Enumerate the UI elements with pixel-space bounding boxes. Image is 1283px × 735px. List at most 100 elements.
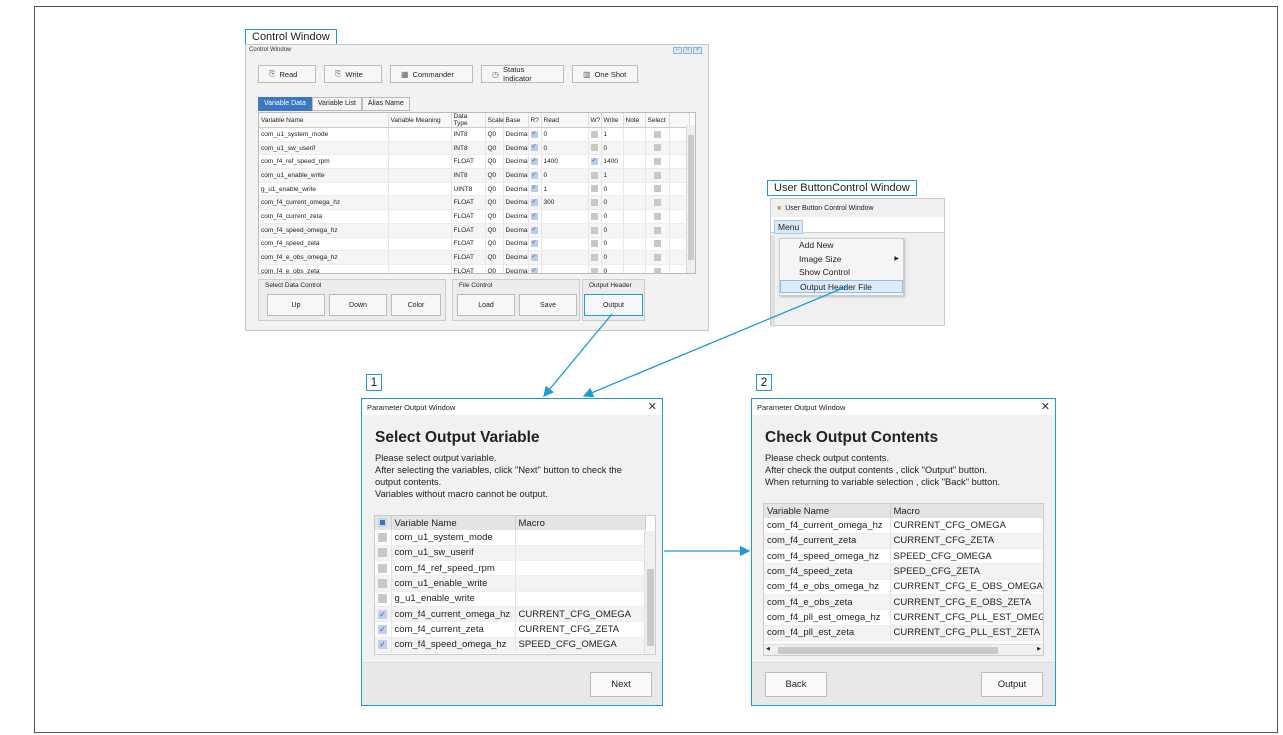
menu-button[interactable]: Menu <box>774 220 804 234</box>
col-base[interactable]: Base <box>503 113 529 128</box>
close-icon[interactable]: ✕ <box>1041 400 1050 413</box>
r-checkbox-cell[interactable]: ✓ <box>528 141 542 156</box>
w-checkbox-cell[interactable] <box>588 141 602 156</box>
check-list-hscrollbar[interactable]: ◀ ▶ <box>764 644 1043 655</box>
w-checkbox-cell[interactable] <box>588 182 602 197</box>
select-checkbox-cell[interactable] <box>645 237 670 252</box>
row-checkbox[interactable] <box>378 563 387 573</box>
scroll-right-icon[interactable]: ▶ <box>1037 646 1041 652</box>
list-item[interactable]: g_u1_enable_write <box>375 591 646 607</box>
menu-item-output-header-file[interactable]: Output Header File <box>780 279 903 293</box>
row-checkbox-cell[interactable]: ✓ <box>375 621 392 638</box>
commander-button[interactable]: ▦ Commander <box>390 65 473 83</box>
row-checkbox-cell[interactable]: ✓ <box>375 637 392 653</box>
row-checkbox[interactable] <box>378 594 387 604</box>
r-checkbox[interactable]: ✓ <box>530 240 538 248</box>
scroll-left-icon[interactable]: ◀ <box>766 646 770 652</box>
w-checkbox-cell[interactable] <box>588 168 602 183</box>
r-checkbox-cell[interactable]: ✓ <box>528 223 542 238</box>
list-item[interactable]: ✓ com_f4_current_omega_hz CURRENT_CFG_OMEG… <box>375 606 646 623</box>
down-button[interactable]: Down <box>329 294 387 316</box>
w-checkbox-cell[interactable] <box>588 223 602 238</box>
menu-item-image-size[interactable]: Image Size ▶ <box>780 253 903 267</box>
w-checkbox-cell[interactable] <box>588 127 602 142</box>
r-checkbox-cell[interactable]: ✓ <box>528 168 542 183</box>
select-all-checkbox[interactable] <box>375 516 392 530</box>
w-checkbox-cell[interactable] <box>588 250 602 265</box>
output-header-button[interactable]: Output <box>584 294 643 316</box>
r-checkbox[interactable]: ✓ <box>530 144 538 152</box>
tab-variable-data[interactable]: Variable Data <box>258 97 312 111</box>
write-cell[interactable]: 0 <box>601 237 624 252</box>
row-checkbox[interactable] <box>378 579 387 589</box>
write-cell[interactable]: 0 <box>601 141 624 156</box>
write-cell[interactable]: 1 <box>601 127 624 142</box>
row-checkbox-cell[interactable] <box>375 591 392 607</box>
color-button[interactable]: Color <box>391 294 441 316</box>
load-button[interactable]: Load <box>457 294 515 316</box>
w-checkbox[interactable]: ✓ <box>590 158 598 166</box>
select-checkbox[interactable] <box>653 158 661 166</box>
r-checkbox[interactable]: ✓ <box>530 171 538 179</box>
list-item[interactable]: ✓ com_f4_speed_omega_hz SPEED_CFG_OMEGA <box>375 637 646 653</box>
write-cell[interactable]: 1400 <box>601 154 624 170</box>
select-checkbox[interactable] <box>653 130 661 138</box>
write-cell[interactable]: 1 <box>601 168 624 183</box>
w-checkbox-cell[interactable]: ✓ <box>588 154 602 170</box>
menu-item-add-new[interactable]: Add New <box>780 239 903 253</box>
row-checkbox-cell[interactable] <box>375 545 392 562</box>
col-w[interactable]: W? <box>588 113 602 128</box>
read-button[interactable]: ⎘ Read <box>258 65 316 83</box>
select-checkbox[interactable] <box>653 185 661 193</box>
row-checkbox[interactable]: ✓ <box>378 624 387 634</box>
r-checkbox[interactable]: ✓ <box>530 212 538 220</box>
r-checkbox[interactable]: ✓ <box>530 158 538 166</box>
w-checkbox-cell[interactable] <box>588 237 602 252</box>
w-checkbox[interactable] <box>590 171 598 179</box>
w-checkbox-cell[interactable] <box>588 195 602 211</box>
close-icon[interactable]: ✕ <box>648 400 657 413</box>
w-checkbox[interactable] <box>590 226 598 234</box>
table-row[interactable]: com_f4_current_zeta FLOAT Q0 Decimal ✓ 0 <box>259 209 690 224</box>
w-checkbox[interactable] <box>590 253 598 261</box>
w-checkbox[interactable] <box>590 267 598 273</box>
col-variable-name[interactable]: Variable Name <box>259 113 389 128</box>
grid-scroll-thumb[interactable] <box>688 135 694 260</box>
status-indicator-button[interactable]: ◷ Status Indicator <box>481 65 564 83</box>
col-scale[interactable]: Scale <box>485 113 504 128</box>
table-row[interactable]: com_u1_sw_userif INT8 Q0 Decimal ✓ 0 0 <box>259 141 690 156</box>
select-checkbox-cell[interactable] <box>645 141 670 156</box>
write-button[interactable]: ⎘ Write <box>324 65 382 83</box>
table-row[interactable]: com_f4_current_omega_hz FLOAT Q0 Decimal ✓ 30… <box>259 195 690 211</box>
row-checkbox-cell[interactable] <box>375 575 392 592</box>
list-item[interactable]: com_u1_enable_write <box>375 575 646 592</box>
r-checkbox[interactable]: ✓ <box>530 199 538 207</box>
r-checkbox-cell[interactable]: ✓ <box>528 264 542 273</box>
r-checkbox[interactable]: ✓ <box>530 253 538 261</box>
r-checkbox[interactable]: ✓ <box>530 130 538 138</box>
table-row[interactable]: g_u1_enable_write UINT8 Q0 Decimal ✓ 1 0 <box>259 182 690 197</box>
col-write[interactable]: Write <box>601 113 624 128</box>
row-checkbox[interactable]: ✓ <box>378 609 387 619</box>
tab-alias-name[interactable]: Alias Name <box>361 97 410 111</box>
r-checkbox-cell[interactable]: ✓ <box>528 250 542 265</box>
table-row[interactable]: com_f4_ref_speed_rpm FLOAT Q0 Decimal ✓ 1400 ✓… <box>259 154 690 170</box>
w-checkbox[interactable] <box>590 185 598 193</box>
r-checkbox[interactable]: ✓ <box>530 226 538 234</box>
w-checkbox-cell[interactable] <box>588 209 602 224</box>
select-checkbox-cell[interactable] <box>645 127 670 142</box>
w-checkbox[interactable] <box>590 240 598 248</box>
minimize-button[interactable]: – <box>673 47 682 54</box>
table-row[interactable]: com_f4_e_obs_omega_hz FLOAT Q0 Decimal ✓ 0 <box>259 250 690 265</box>
select-checkbox[interactable] <box>653 267 661 273</box>
list-item[interactable]: com_u1_sw_userif <box>375 545 646 562</box>
col-read[interactable]: Read <box>541 113 589 128</box>
select-checkbox-cell[interactable] <box>645 154 670 170</box>
select-list-scroll-thumb[interactable] <box>647 569 654 646</box>
row-checkbox-cell[interactable]: ✓ <box>375 606 392 623</box>
r-checkbox-cell[interactable]: ✓ <box>528 182 542 197</box>
col-r[interactable]: R? <box>528 113 542 128</box>
r-checkbox-cell[interactable]: ✓ <box>528 209 542 224</box>
select-checkbox-cell[interactable] <box>645 168 670 183</box>
tab-variable-list[interactable]: Variable List <box>311 97 362 111</box>
